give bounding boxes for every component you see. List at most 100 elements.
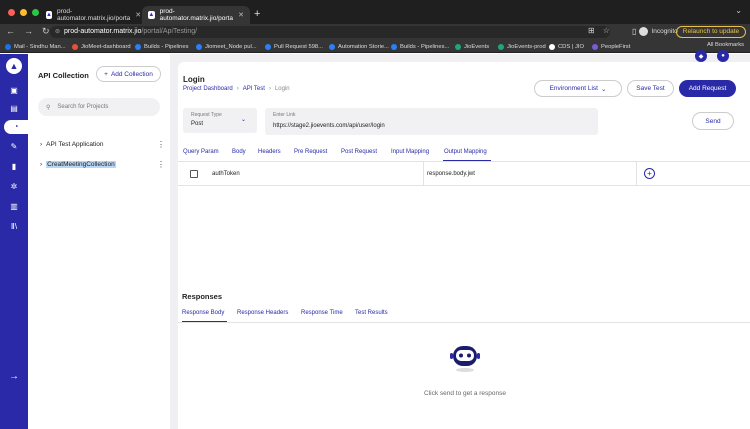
bookmark-item[interactable]: Builds - Pipelines bbox=[135, 42, 188, 51]
tab-search-icon[interactable]: ⌄ bbox=[735, 6, 742, 15]
add-row-icon[interactable]: + bbox=[644, 168, 655, 179]
bookmark-item[interactable]: JioMeet-dashboard bbox=[72, 42, 131, 51]
link-value: https://stage2.jioevents.com/api/user/lo… bbox=[273, 123, 385, 129]
send-button[interactable]: Send bbox=[692, 112, 734, 130]
bookmark-favicon-icon bbox=[498, 43, 504, 50]
mapping-value[interactable]: response.body.jwt bbox=[427, 171, 475, 177]
request-type-value: Post bbox=[191, 121, 204, 127]
api-testing-icon[interactable]: ◔ bbox=[4, 120, 28, 134]
window-controls[interactable] bbox=[8, 9, 39, 16]
add-collection-button[interactable]: + Add Collection bbox=[96, 66, 161, 82]
tab-input-mapping[interactable]: Input Mapping bbox=[391, 149, 429, 155]
url-path: /portal/ApiTesting/ bbox=[141, 28, 198, 35]
link-input[interactable]: Enter Link https://stage2.jioevents.com/… bbox=[265, 108, 598, 135]
tab-headers[interactable]: Headers bbox=[258, 149, 281, 155]
reload-icon[interactable]: ↻ bbox=[42, 26, 50, 37]
chevron-right-icon[interactable]: › bbox=[40, 141, 42, 148]
bookmark-label: Jiomeet_Node pul... bbox=[205, 43, 257, 50]
user-avatar-icon[interactable]: ● bbox=[717, 50, 729, 62]
browser-tab-active[interactable]: ▲ prod-automator.matrix.jio/porta ✕ bbox=[142, 6, 250, 24]
sidebar-item-api-test-application[interactable]: › API Test Application ⋮ bbox=[40, 138, 165, 150]
bookmark-favicon-icon bbox=[455, 43, 461, 50]
side-panel-icon[interactable]: ▯ bbox=[632, 27, 636, 36]
request-type-select[interactable]: Request Type Post ⌄ bbox=[183, 108, 257, 133]
forward-icon[interactable]: → bbox=[24, 26, 33, 37]
bookmark-item[interactable]: Jiomeet_Node pul... bbox=[196, 42, 257, 51]
incognito-icon bbox=[639, 27, 649, 36]
tab-body[interactable]: Body bbox=[232, 149, 246, 155]
save-test-button[interactable]: Save Test bbox=[627, 80, 674, 97]
breadcrumb-api-test[interactable]: API Test bbox=[243, 86, 265, 92]
add-request-button[interactable]: Add Request bbox=[679, 80, 736, 97]
wrench-icon[interactable]: ✎ bbox=[0, 140, 28, 154]
gear-icon[interactable]: ✲ bbox=[0, 180, 28, 194]
add-collection-label: Add Collection bbox=[110, 70, 153, 78]
browser-tab-title: prod-automator.matrix.jio/porta bbox=[56, 8, 131, 22]
minimize-window-icon[interactable] bbox=[20, 9, 27, 16]
bookmarks-bar: Mail - Sindhu Man... JioMeet-dashboard Bui… bbox=[0, 40, 750, 53]
bookmark-label: JioEvents-prod bbox=[507, 43, 546, 50]
chevron-down-icon: ⌄ bbox=[600, 85, 607, 93]
row-checkbox[interactable] bbox=[190, 170, 198, 178]
bookmark-favicon-icon bbox=[549, 43, 555, 50]
url-field[interactable]: ⊜ prod-automator.matrix.jio/portal/ApiTe… bbox=[50, 26, 610, 38]
bookmark-favicon-icon bbox=[135, 43, 141, 50]
column-divider bbox=[423, 162, 424, 186]
close-window-icon[interactable] bbox=[8, 9, 15, 16]
environment-list-dropdown[interactable]: Environment List ⌄ bbox=[534, 80, 622, 97]
report-icon[interactable]: ▥ bbox=[0, 200, 28, 214]
expand-arrow-icon[interactable]: → bbox=[0, 371, 28, 382]
bookmark-label: JioEvents bbox=[464, 43, 490, 50]
bookmark-favicon-icon bbox=[391, 43, 397, 50]
responses-title: Responses bbox=[182, 292, 223, 301]
all-bookmarks-button[interactable]: All Bookmarks bbox=[707, 42, 744, 48]
notification-bell-icon[interactable]: ◆ bbox=[695, 50, 707, 62]
kebab-menu-icon[interactable]: ⋮ bbox=[157, 140, 165, 149]
relaunch-button[interactable]: Relaunch to update bbox=[676, 26, 746, 38]
tab-response-headers[interactable]: Response Headers bbox=[237, 310, 288, 316]
close-tab-icon[interactable]: ✕ bbox=[135, 11, 141, 19]
bookmark-item[interactable]: JioEvents bbox=[455, 42, 489, 51]
kebab-menu-icon[interactable]: ⋮ bbox=[157, 160, 165, 169]
incognito-indicator[interactable]: ▯ Incognito bbox=[632, 27, 678, 36]
page-title: Login bbox=[183, 75, 205, 84]
bookmark-item[interactable]: PeopleFirst bbox=[592, 42, 630, 51]
tab-response-body[interactable]: Response Body bbox=[182, 310, 224, 316]
bookmark-star-icon[interactable]: ☆ bbox=[603, 26, 610, 35]
bookmark-item[interactable]: Mail - Sindhu Man... bbox=[5, 42, 66, 51]
tab-test-results[interactable]: Test Results bbox=[355, 310, 388, 316]
bookmark-item[interactable]: Automation Storie... bbox=[329, 42, 389, 51]
bookmark-item[interactable]: Builds - Pipelines... bbox=[391, 42, 449, 51]
app-logo-icon[interactable]: ▲ bbox=[6, 58, 22, 74]
tab-pre-request[interactable]: Pre Request bbox=[294, 149, 327, 155]
app-favicon-icon: ▲ bbox=[46, 11, 52, 19]
tab-post-request[interactable]: Post Request bbox=[341, 149, 377, 155]
library-icon[interactable]: Ⅱ\ bbox=[0, 220, 28, 234]
sidebar-item-creatmeetingcollection[interactable]: › CreatMeetingCollection ⋮ bbox=[40, 158, 165, 170]
new-tab-icon[interactable]: + bbox=[254, 8, 260, 20]
search-input[interactable]: ⚲ Search for Projects bbox=[38, 98, 160, 116]
back-icon[interactable]: ← bbox=[6, 26, 15, 37]
bookmark-item[interactable]: JioEvents-prod bbox=[498, 42, 546, 51]
maximize-window-icon[interactable] bbox=[32, 9, 39, 16]
chevron-right-icon[interactable]: › bbox=[40, 161, 42, 168]
tab-response-time[interactable]: Response Time bbox=[301, 310, 343, 316]
bookmark-item[interactable]: CDS | JIO bbox=[549, 42, 584, 51]
document-list-icon[interactable]: ▤ bbox=[0, 102, 28, 116]
close-tab-icon[interactable]: ✕ bbox=[238, 11, 244, 19]
bookmark-favicon-icon bbox=[5, 43, 11, 50]
browser-tab[interactable]: ▲ prod-automator.matrix.jio/porta ✕ bbox=[40, 6, 141, 24]
sidebar-title: API Collection bbox=[38, 71, 89, 80]
bookmark-favicon-icon bbox=[265, 43, 271, 50]
breadcrumb-project-dashboard[interactable]: Project Dashboard bbox=[183, 86, 233, 92]
tab-output-mapping[interactable]: Output Mapping bbox=[444, 149, 487, 155]
qr-code-icon[interactable]: ⊞ bbox=[588, 26, 595, 35]
site-info-icon[interactable]: ⊜ bbox=[55, 26, 60, 38]
sidebar-item-label: API Test Application bbox=[46, 140, 104, 148]
file-icon[interactable]: ▮ bbox=[0, 160, 28, 174]
mapping-key[interactable]: authToken bbox=[212, 171, 240, 177]
bookmark-label: Pull Request 598... bbox=[274, 43, 323, 50]
inbox-icon[interactable]: ▣ bbox=[0, 84, 28, 98]
bookmark-item[interactable]: Pull Request 598... bbox=[265, 42, 323, 51]
tab-query-param[interactable]: Query Param bbox=[183, 149, 219, 155]
